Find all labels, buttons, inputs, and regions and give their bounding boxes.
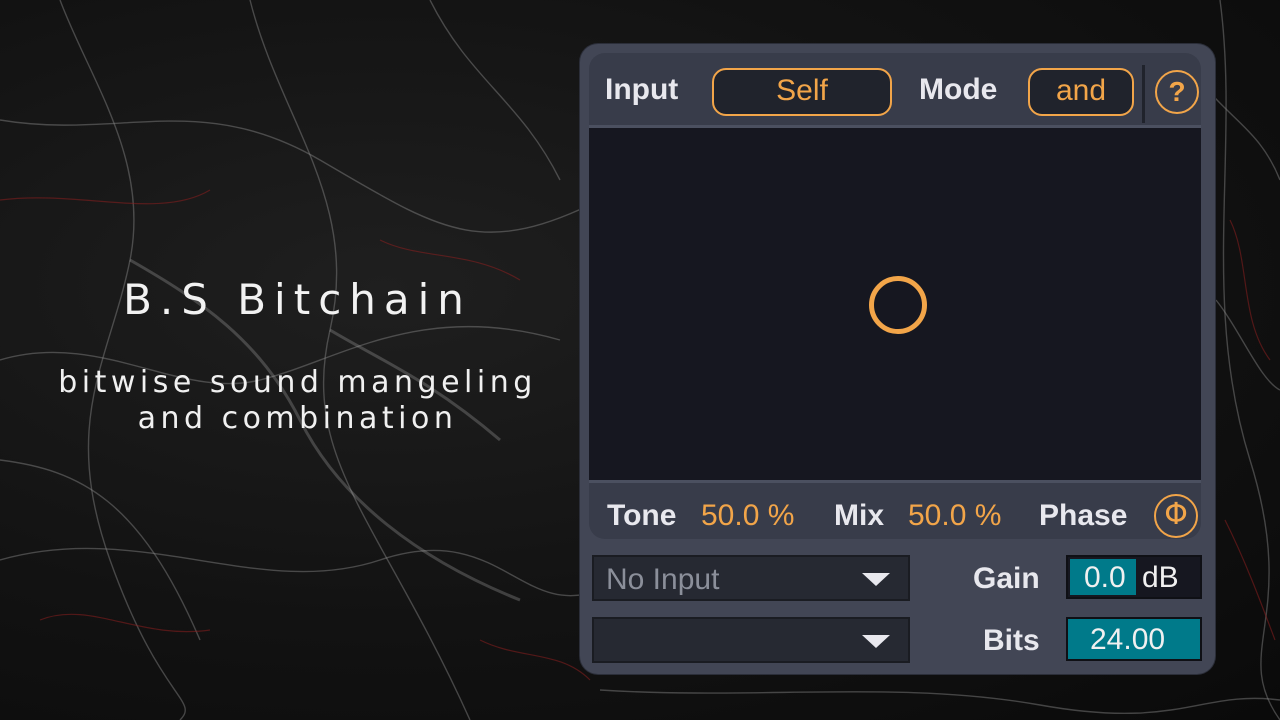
bits-value: 24.00 xyxy=(1090,623,1166,656)
main-panel: Input Self Mode and ? Tone 50.0 % Mix 50… xyxy=(589,53,1201,539)
chevron-down-icon xyxy=(862,573,890,586)
promo-subtitle-line-1: bitwise sound mangeling xyxy=(58,365,537,400)
header-divider xyxy=(1142,65,1145,123)
mode-label: Mode xyxy=(919,73,998,106)
gain-number-box[interactable]: 0.0 dB xyxy=(1066,555,1202,599)
mode-select-button[interactable]: and xyxy=(1028,68,1134,116)
promo-title: B.S Bitchain xyxy=(123,275,472,324)
input-channel-dropdown[interactable] xyxy=(592,617,910,663)
gain-unit: dB xyxy=(1142,561,1179,594)
input-source-dropdown[interactable]: No Input xyxy=(592,555,910,601)
input-label: Input xyxy=(605,73,679,106)
phase-label: Phase xyxy=(1039,499,1128,532)
promo-subtitle-line-2: and combination xyxy=(137,401,458,436)
promo-subtitle: bitwise sound mangeling and combination xyxy=(0,365,595,437)
bits-label: Bits xyxy=(983,624,1040,657)
question-circle-icon: ? xyxy=(1168,76,1186,107)
mix-label: Mix xyxy=(834,499,885,532)
chevron-down-icon xyxy=(862,635,890,648)
tone-value[interactable]: 50.0 % xyxy=(701,499,794,533)
plugin-device: Input Self Mode and ? Tone 50.0 % Mix 50… xyxy=(580,44,1215,674)
phase-invert-icon: Φ xyxy=(1164,497,1188,532)
visualizer-display xyxy=(589,125,1201,483)
gain-value: 0.0 xyxy=(1084,561,1126,594)
gain-label: Gain xyxy=(973,562,1040,595)
bits-number-box[interactable]: 24.00 xyxy=(1066,617,1202,661)
stage: B.S Bitchain bitwise sound mangeling and… xyxy=(0,0,1280,720)
visualizer-dot xyxy=(869,276,927,334)
mix-value[interactable]: 50.0 % xyxy=(908,499,1001,533)
tone-label: Tone xyxy=(607,499,677,532)
dropdown-value: No Input xyxy=(606,563,720,596)
input-source-button[interactable]: Self xyxy=(712,68,892,116)
phase-invert-button[interactable]: Φ xyxy=(1154,494,1198,538)
help-button[interactable]: ? xyxy=(1155,70,1199,114)
